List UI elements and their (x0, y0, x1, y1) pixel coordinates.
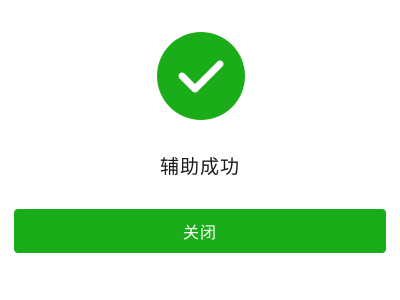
success-circle (157, 32, 245, 120)
check-icon (178, 60, 224, 93)
success-message: 辅助成功 (159, 156, 240, 178)
close-button[interactable]: 关闭 (14, 209, 386, 253)
